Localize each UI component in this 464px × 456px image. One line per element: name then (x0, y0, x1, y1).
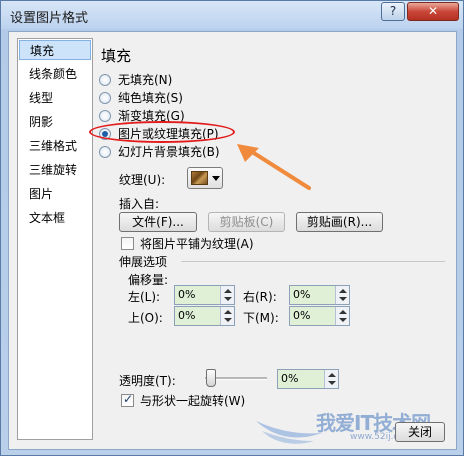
texture-swatch-icon (191, 171, 208, 185)
radio-no-fill[interactable] (99, 74, 111, 86)
radio-solid-fill[interactable] (99, 92, 111, 104)
rotate-with-shape-label: 与形状一起旋转(W) (140, 394, 246, 408)
sidebar-item-fill[interactable]: 填充 (19, 40, 91, 60)
format-picture-dialog: 设置图片格式 ? ✕ 填充 线条颜色 线型 阴影 三维格式 三维旋转 图片 文本… (0, 0, 464, 456)
sidebar-item-picture[interactable]: 图片 (19, 184, 91, 204)
sidebar-item-3d-format[interactable]: 三维格式 (19, 136, 91, 156)
spinner-arrows-icon[interactable] (335, 286, 349, 304)
transparency-value: 0% (281, 372, 299, 385)
radio-label: 幻灯片背景填充(B) (118, 145, 220, 159)
left-offset-label: 左(L): (128, 290, 161, 304)
sidebar-item-text-box[interactable]: 文本框 (19, 208, 91, 228)
help-button[interactable]: ? (381, 2, 405, 21)
transparency-slider-thumb[interactable] (206, 369, 216, 387)
sidebar-item-3d-rotation[interactable]: 三维旋转 (19, 160, 91, 180)
top-offset-spinner[interactable]: 0% (174, 306, 235, 326)
radio-gradient-fill[interactable] (99, 110, 111, 122)
transparency-spinner[interactable]: 0% (277, 369, 339, 389)
tile-checkbox-label: 将图片平铺为纹理(A) (140, 237, 254, 251)
stretch-group-label: 伸展选项 (119, 255, 168, 269)
spinner-arrows-icon[interactable] (220, 307, 234, 325)
right-offset-value: 0% (293, 288, 311, 301)
insert-from-label: 插入自: (119, 197, 160, 211)
arrow-annotation-icon (237, 144, 311, 190)
top-offset-value: 0% (178, 309, 196, 322)
watermark-wing-icon (256, 421, 322, 444)
close-window-button[interactable]: ✕ (407, 2, 459, 21)
clipboard-button[interactable]: 剪贴板(C) (208, 212, 285, 232)
radio-slide-background-fill[interactable] (99, 146, 111, 158)
section-title: 填充 (101, 47, 132, 65)
top-offset-label: 上(O): (128, 311, 163, 325)
left-offset-value: 0% (178, 288, 196, 301)
title-bar[interactable]: 设置图片格式 ? ✕ (1, 1, 463, 29)
sidebar-item-line-style[interactable]: 线型 (19, 88, 91, 108)
tile-checkbox[interactable] (121, 237, 134, 250)
spinner-arrows-icon[interactable] (324, 370, 338, 388)
spinner-arrows-icon[interactable] (335, 307, 349, 325)
bottom-offset-value: 0% (293, 309, 311, 322)
dialog-body: 填充 线条颜色 线型 阴影 三维格式 三维旋转 图片 文本框 填充 无填充(N)… (8, 31, 457, 450)
chevron-down-icon (212, 176, 220, 181)
highlight-ellipse (89, 121, 235, 143)
close-button[interactable]: 关闭 (395, 422, 445, 442)
rotate-with-shape-checkbox[interactable] (121, 392, 134, 407)
transparency-label: 透明度(T): (119, 374, 176, 388)
bottom-offset-spinner[interactable]: 0% (289, 306, 350, 326)
radio-label: 纯色填充(S) (118, 91, 183, 105)
offsets-label: 偏移量: (128, 273, 169, 287)
sidebar-item-shadow[interactable]: 阴影 (19, 112, 91, 132)
right-offset-spinner[interactable]: 0% (289, 285, 350, 305)
sidebar-item-line-color[interactable]: 线条颜色 (19, 64, 91, 84)
radio-label: 无填充(N) (118, 73, 173, 87)
file-button[interactable]: 文件(F)... (119, 212, 197, 232)
category-sidebar: 填充 线条颜色 线型 阴影 三维格式 三维旋转 图片 文本框 (17, 38, 93, 440)
group-divider (181, 261, 445, 262)
texture-dropdown[interactable] (187, 167, 223, 189)
spinner-arrows-icon[interactable] (220, 286, 234, 304)
bottom-offset-label: 下(M): (243, 311, 279, 325)
texture-label: 纹理(U): (119, 173, 166, 187)
right-offset-label: 右(R): (243, 290, 277, 304)
dialog-title: 设置图片格式 (10, 11, 89, 26)
left-offset-spinner[interactable]: 0% (174, 285, 235, 305)
clipart-button[interactable]: 剪贴画(R)... (296, 212, 383, 232)
